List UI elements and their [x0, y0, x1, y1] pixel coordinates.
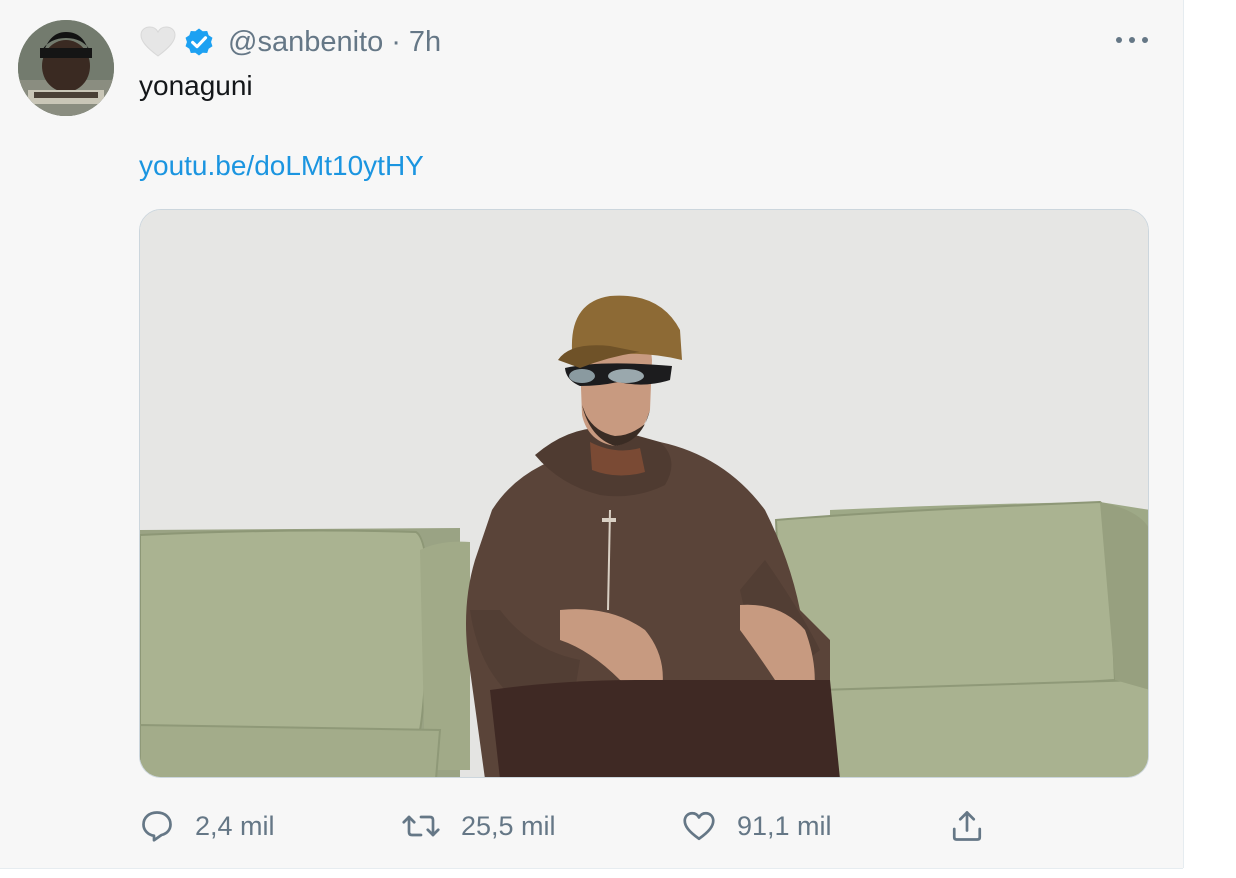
more-icon[interactable] — [1112, 26, 1152, 54]
tweet-text: yonaguni — [139, 70, 253, 101]
like-count: 91,1 mil — [737, 810, 832, 841]
reply-count: 2,4 mil — [195, 810, 275, 841]
avatar-image — [18, 20, 114, 116]
heart-icon — [140, 26, 176, 58]
timestamp[interactable]: 7h — [409, 26, 441, 59]
retweet-icon — [402, 815, 440, 837]
like-icon — [683, 811, 715, 841]
retweet-count: 25,5 mil — [461, 810, 556, 841]
verified-badge-icon — [182, 25, 216, 59]
divider — [0, 868, 1183, 869]
handle[interactable]: @sanbenito — [228, 26, 383, 59]
retweet-button[interactable]: 25,5 mil — [401, 804, 556, 848]
reply-icon — [142, 811, 172, 842]
avatar[interactable] — [18, 20, 114, 116]
reply-button[interactable]: 2,4 mil — [139, 804, 275, 848]
like-button[interactable]: 91,1 mil — [681, 804, 832, 848]
tweet-header: @sanbenito · 7h — [140, 22, 441, 62]
tweet-link[interactable]: youtu.be/doLMt10ytHY — [139, 146, 424, 186]
tweet-actions: 2,4 mil 25,5 mil 91,1 mil — [139, 804, 999, 848]
tweet-media-image[interactable] — [139, 209, 1149, 778]
share-button[interactable] — [949, 804, 985, 848]
share-icon — [952, 811, 982, 841]
tweet-card[interactable]: @sanbenito · 7h yonaguni youtu.be/doLMt1… — [0, 0, 1184, 868]
separator-dot: · — [391, 25, 401, 58]
